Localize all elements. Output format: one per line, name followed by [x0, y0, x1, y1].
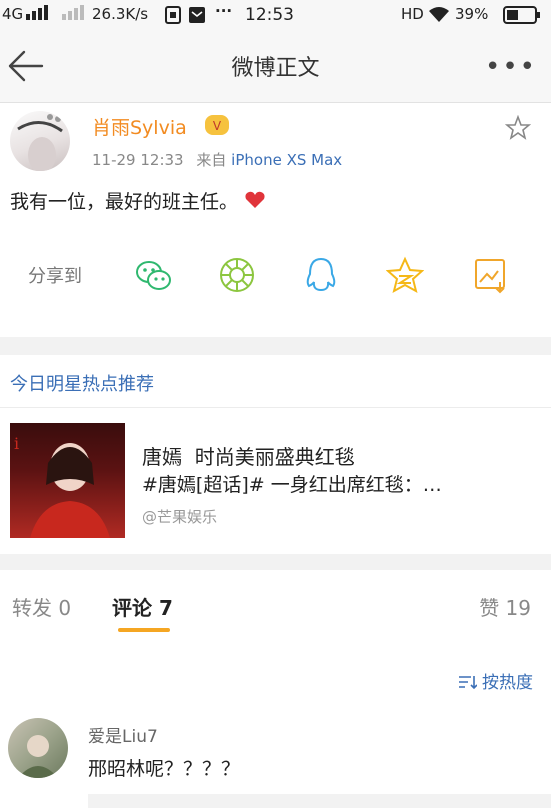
commenter-name[interactable]: 爱是Liu7 [88, 722, 158, 747]
share-to-label: 分享到 [28, 266, 82, 287]
recommend-source: @芒果娱乐 [142, 508, 218, 526]
post-card: 肖雨Sylvia V 11-29 12:33 来自 iPhone XS Max … [0, 103, 551, 337]
sim-icon [165, 6, 181, 28]
message-icon [188, 6, 206, 28]
member-badge-icon: V [204, 113, 230, 137]
status-bar: 4G 26.3K/s ··· 12:53 HD 39% [0, 0, 551, 30]
tab-comment[interactable]: 评论 7 [112, 592, 173, 621]
sort-by-hot-button[interactable]: 按热度 [457, 668, 533, 693]
recommend-thumbnail: i [10, 423, 125, 538]
svg-text:V: V [213, 119, 222, 133]
clock: 12:53 [245, 5, 294, 25]
share-wechat-button[interactable] [134, 256, 172, 294]
favorite-star-button[interactable] [504, 114, 532, 145]
sort-label: 按热度 [482, 673, 533, 693]
post-source-link[interactable]: iPhone XS Max [231, 151, 342, 169]
svg-text:i: i [14, 434, 19, 453]
wifi-icon [428, 5, 450, 27]
tab-repost[interactable]: 转发 0 [12, 592, 71, 621]
interaction-tabs: 转发 0 评论 7 赞 19 [0, 570, 551, 640]
recommend-header[interactable]: 今日明星热点推荐 [10, 370, 154, 396]
share-qzone-button[interactable] [385, 256, 425, 294]
signal-icon [26, 4, 50, 24]
active-tab-indicator [118, 628, 170, 632]
post-time: 11-29 12:33 [92, 151, 184, 169]
comment-item: 爱是Liu7 邢昭林呢？？？？ [0, 712, 551, 808]
author-name[interactable]: 肖雨Sylvia [92, 113, 187, 140]
network-speed: 26.3K/s [92, 5, 149, 23]
comment-text: 邢昭林呢？？？？ [88, 758, 241, 780]
more-notifications-icon: ··· [215, 2, 233, 20]
save-image-icon [475, 259, 505, 294]
more-options-button[interactable]: ••• [485, 52, 537, 82]
qzone-star-icon [385, 256, 425, 293]
recommend-title: 唐嫣 时尚美丽盛典红毯 [142, 445, 355, 469]
wechat-icon [136, 261, 171, 290]
tab-like[interactable]: 赞 19 [479, 592, 531, 621]
sort-bar: 按热度 [0, 640, 551, 712]
share-qq-button[interactable] [302, 256, 340, 294]
star-outline-icon [504, 114, 532, 140]
reply-box-edge [88, 794, 551, 808]
red-heart-icon [245, 191, 265, 208]
qq-icon [306, 257, 336, 292]
moments-icon [220, 258, 254, 292]
source-prefix: 来自 [196, 151, 227, 169]
hd-label: HD [401, 5, 424, 23]
commenter-avatar[interactable] [8, 718, 68, 778]
recommend-header-bar: 今日明星热点推荐 [0, 355, 551, 408]
signal-2-icon [62, 4, 86, 24]
battery-icon [503, 6, 541, 28]
page-title: 微博正文 [231, 56, 320, 81]
recommend-description: #唐嫣[超话]# 一身红出席红毯：… [142, 474, 442, 496]
sort-icon [458, 676, 478, 690]
post-content: 我有一位，最好的班主任。 [10, 191, 239, 213]
author-avatar[interactable] [10, 111, 70, 171]
battery-percent: 39% [455, 5, 489, 23]
network-label: 4G [2, 5, 24, 23]
top-nav-bar: 微博正文 ••• [0, 30, 551, 103]
recommend-card[interactable]: i 唐嫣 时尚美丽盛典红毯 #唐嫣[超话]# 一身红出席红毯：… @芒果娱乐 [0, 408, 551, 554]
save-image-button[interactable] [472, 256, 510, 294]
share-moments-button[interactable] [218, 256, 256, 294]
